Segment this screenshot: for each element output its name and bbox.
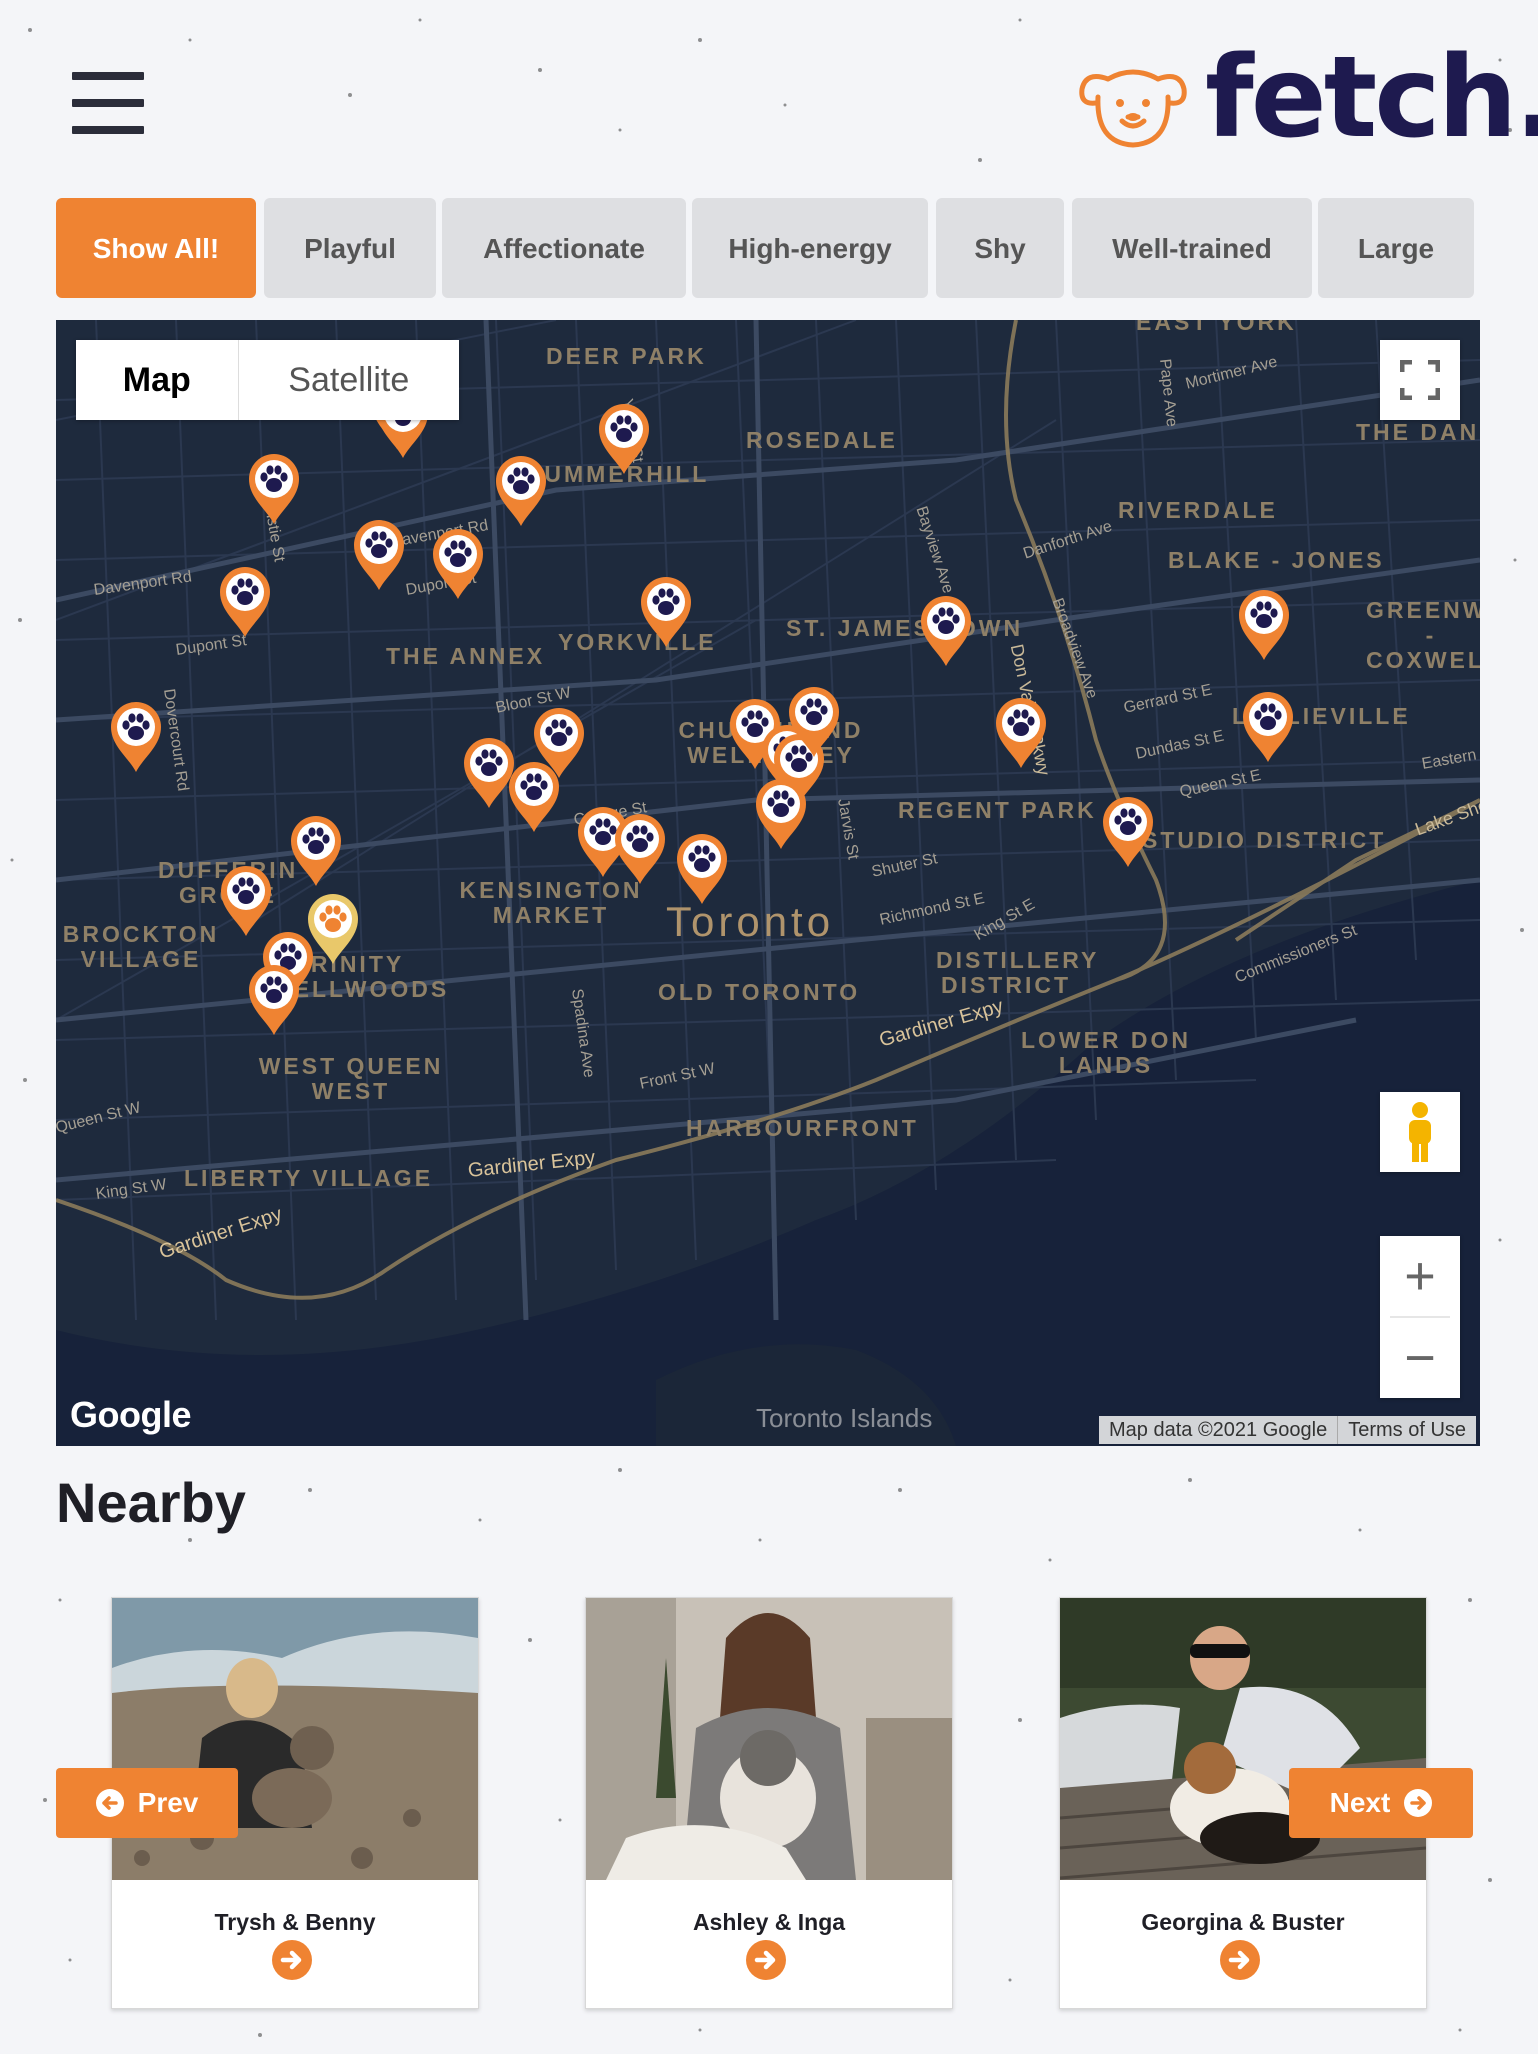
area-label-old-toronto: OLD TORONTO: [658, 979, 861, 1005]
area-label-the-annex: THE ANNEX: [386, 643, 546, 669]
area-label-studio-district: STUDIO DISTRICT: [1142, 827, 1387, 853]
paw-marker-icon[interactable]: [613, 812, 667, 886]
paw-marker-icon[interactable]: [352, 518, 406, 592]
area-label-liberty-village: LIBERTY VILLAGE: [184, 1165, 434, 1191]
map-canvas[interactable]: DEER PARK SUMMERHILL ROSEDALE RIVERDALE …: [56, 320, 1480, 1446]
arrow-left-circle-icon: [95, 1789, 124, 1817]
map-attribution: Map data ©2021 Google: [1109, 1419, 1328, 1441]
arrow-right-circle-icon[interactable]: [272, 1940, 312, 1980]
filter-large-button[interactable]: Large: [1318, 198, 1474, 298]
nearby-card[interactable]: Ashley & Inga: [585, 1597, 953, 2009]
map-type-satellite-button[interactable]: Satellite: [239, 340, 459, 420]
paw-marker-icon[interactable]: [247, 963, 301, 1037]
paw-marker-icon[interactable]: [507, 760, 561, 834]
nearby-card-name: Georgina & Buster: [1141, 1909, 1345, 1935]
paw-marker-icon[interactable]: [597, 402, 651, 476]
area-label-blake-jones: BLAKE - JONES: [1168, 547, 1385, 573]
paw-marker-icon[interactable]: [247, 452, 301, 526]
arrow-right-circle-icon: [1404, 1789, 1433, 1817]
paw-marker-icon[interactable]: [787, 685, 841, 759]
paw-marker-icon[interactable]: [919, 594, 973, 668]
paw-marker-icon[interactable]: [1101, 795, 1155, 869]
area-label-riverdale: RIVERDALE: [1118, 497, 1278, 523]
zoom-out-button[interactable]: −: [1380, 1318, 1460, 1398]
map-type-toggle: Map Satellite: [76, 340, 459, 420]
filter-affectionate-button[interactable]: Affectionate: [442, 198, 686, 298]
hamburger-menu-icon[interactable]: [72, 72, 144, 134]
paw-marker-icon[interactable]: [639, 575, 693, 649]
paw-marker-icon[interactable]: [1237, 588, 1291, 662]
paw-marker-icon[interactable]: [219, 864, 273, 938]
area-label-brockton-village: BROCKTON VILLAGE: [62, 921, 220, 972]
paw-marker-icon[interactable]: [289, 814, 343, 888]
filter-show-all-button[interactable]: Show All!: [56, 198, 256, 298]
area-label-harbourfront: HARBOURFRONT: [686, 1115, 919, 1141]
prev-button[interactable]: Prev: [56, 1768, 238, 1838]
logo-wordmark: fetch.: [1205, 33, 1538, 163]
dog-face-icon: [1079, 69, 1187, 148]
area-label-regent-park: REGENT PARK: [898, 797, 1097, 823]
paw-marker-icon[interactable]: [754, 777, 808, 851]
next-button[interactable]: Next: [1289, 1768, 1473, 1838]
area-label-east-york: EAST YORK: [1136, 320, 1297, 335]
filter-playful-button[interactable]: Playful: [264, 198, 436, 298]
street-view-pegman-icon[interactable]: [1380, 1092, 1460, 1172]
paw-marker-icon[interactable]: [218, 565, 272, 639]
filter-shy-button[interactable]: Shy: [936, 198, 1064, 298]
paw-marker-icon[interactable]: [675, 832, 729, 906]
terms-of-use-link[interactable]: Terms of Use: [1337, 1416, 1476, 1444]
area-label-st-james-town: ST. JAMES TOWN: [786, 615, 1024, 641]
paw-marker-icon[interactable]: [994, 696, 1048, 770]
next-label: Next: [1329, 1787, 1391, 1818]
area-label-west-queen-west: WEST QUEEN WEST: [258, 1053, 444, 1104]
prev-label: Prev: [137, 1787, 199, 1818]
zoom-control: + −: [1380, 1236, 1460, 1398]
area-label-the-danforth: THE DANFORTH: [1356, 419, 1480, 445]
paw-marker-highlight-icon[interactable]: [306, 892, 360, 966]
area-label-distillery-district: DISTILLERY DISTRICT: [936, 947, 1100, 998]
nearby-heading: Nearby: [56, 1471, 246, 1534]
arrow-right-circle-icon[interactable]: [1220, 1940, 1260, 1980]
nearby-card-name: Ashley & Inga: [692, 1909, 846, 1935]
area-label-deer-park: DEER PARK: [546, 343, 707, 369]
map-type-map-button[interactable]: Map: [76, 340, 239, 420]
fullscreen-icon[interactable]: [1380, 340, 1460, 420]
islands-label: Toronto Islands: [756, 1403, 933, 1433]
paw-marker-icon[interactable]: [1241, 690, 1295, 764]
area-label-greenwood-coxwell: GREENWOOD - COXWELL: [1366, 597, 1480, 673]
zoom-in-button[interactable]: +: [1380, 1236, 1460, 1316]
area-label-lower-don-lands: LOWER DON LANDS: [1020, 1027, 1192, 1078]
arrow-right-circle-icon[interactable]: [746, 1940, 786, 1980]
filter-bar: Show All! Playful Affectionate High-ener…: [56, 198, 1474, 298]
city-label-toronto: Toronto: [666, 898, 835, 945]
map-attribution-bar: Map data ©2021 Google Terms of Use: [1099, 1416, 1477, 1444]
sofa-photo: [586, 1598, 952, 1880]
google-logo[interactable]: Google: [70, 1394, 192, 1436]
paw-marker-icon[interactable]: [431, 527, 485, 601]
fetch-logo[interactable]: fetch.: [1075, 42, 1538, 156]
nearby-card-name: Trysh & Benny: [214, 1909, 376, 1935]
filter-well-trained-button[interactable]: Well-trained: [1072, 198, 1312, 298]
paw-marker-icon[interactable]: [109, 700, 163, 774]
filter-high-energy-button[interactable]: High-energy: [692, 198, 928, 298]
paw-marker-icon[interactable]: [494, 454, 548, 528]
area-label-rosedale: ROSEDALE: [746, 427, 898, 453]
